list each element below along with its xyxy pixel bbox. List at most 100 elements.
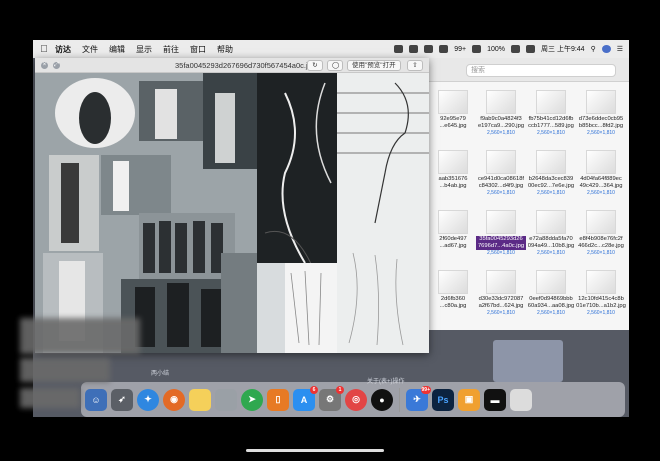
file-name-sub: ...b4ab.jpg <box>439 183 467 189</box>
file-dimensions: 2,560×1,810 <box>537 190 565 196</box>
file-name: 92e95e79 <box>440 116 466 122</box>
file-item[interactable]: 12c10fd415c4c8b 01e710b...a1b2.jpg 2,560×1… <box>576 268 626 324</box>
file-dimensions: 2,560×1,810 <box>487 130 515 136</box>
file-name-sub: ccb1777...589.jpg <box>528 123 574 129</box>
tray-icon[interactable] <box>409 45 419 53</box>
file-name-sub: 094a49...10b8.jpg <box>527 243 575 249</box>
photoshop-icon[interactable]: Ps <box>432 388 454 411</box>
menu-help[interactable]: 帮助 <box>217 44 233 55</box>
file-name-sub: 49c429...364.jpg <box>579 183 623 189</box>
file-thumbnail <box>586 90 616 114</box>
file-item[interactable]: fb75b41cd12d6fb ccb1777...589.jpg 2,560×1,… <box>526 88 576 144</box>
file-item[interactable]: 4d04fa64f889ec 49c429...364.jpg 2,560×1,81… <box>576 148 626 204</box>
menu-file[interactable]: 文件 <box>82 44 98 55</box>
app-icon[interactable] <box>215 388 237 411</box>
file-thumbnail <box>586 150 616 174</box>
file-item[interactable]: 35fa0045293d26 7696d7...4a0c.jpg 2,560×1,8… <box>476 208 526 264</box>
search-icon[interactable]: ⚲ <box>591 45 596 53</box>
books-icon[interactable]: ▯ <box>267 388 289 411</box>
system-preferences-icon[interactable]: ⚙ 1 <box>319 385 344 411</box>
menu-window[interactable]: 窗口 <box>190 44 206 55</box>
tray-icon[interactable] <box>424 45 434 53</box>
file-dimensions: 2,560×1,810 <box>587 310 615 316</box>
file-item[interactable]: e72a88dda5fa70 094a49...10b8.jpg 2,560×1,8… <box>526 208 576 264</box>
file-item[interactable]: f9ab9c0a4824f3 e197ca9...290.jpg 2,560×1,8… <box>476 88 526 144</box>
file-name-sub: 01e710b...a1b2.jpg <box>576 303 626 309</box>
search-input[interactable]: 搜索 <box>466 64 616 77</box>
file-name-sub: 7696d7...4a0c.jpg <box>476 243 526 250</box>
menu-go[interactable]: 前往 <box>163 44 179 55</box>
file-item[interactable]: 2f60de497 ...ad67.jpg <box>428 208 478 264</box>
close-icon[interactable]: × <box>41 62 48 69</box>
trash-icon[interactable] <box>510 388 532 411</box>
file-name-sub: 60a934...aa08.jpg <box>527 303 575 309</box>
finder-toolbar: 搜索 <box>426 58 629 82</box>
menu-bar:  访达 文件 编辑 显示 前往 窗口 帮助 99+ 100% 周三 上午9:4… <box>33 40 629 58</box>
bg-label: 两小结 <box>151 371 170 377</box>
file-thumbnail <box>486 270 516 294</box>
file-item[interactable]: b2648da3cec839 00ec92...7e6e.jpg 2,560×1,8… <box>526 148 576 204</box>
file-thumbnail <box>438 270 468 294</box>
file-thumbnail <box>536 90 566 114</box>
desktop-screen:  访达 文件 编辑 显示 前往 窗口 帮助 99+ 100% 周三 上午9:4… <box>33 40 629 417</box>
quicklook-titlebar: × ⤢ 35fa0045293d267696d730f567454a0c.jpg… <box>35 58 429 73</box>
app-icon[interactable]: ▣ <box>458 388 480 411</box>
safari-icon[interactable]: ✦ <box>137 388 159 411</box>
telegram-icon[interactable]: ➤ <box>241 388 263 411</box>
menu-app-name[interactable]: 访达 <box>55 44 71 55</box>
open-with-preview-button[interactable]: 使用"预览"打开 <box>347 60 401 71</box>
file-item[interactable]: ce941d0ca08618f c84302...d4f9.jpg 2,560×1,… <box>476 148 526 204</box>
tray-icon[interactable] <box>394 45 404 53</box>
finder-app-icon[interactable]: ☺ <box>85 388 107 411</box>
app-store-icon[interactable]: A6 <box>293 385 318 411</box>
wifi-icon[interactable] <box>472 45 482 53</box>
file-thumbnail <box>486 90 516 114</box>
file-thumbnail <box>486 210 516 234</box>
file-thumbnail <box>486 150 516 174</box>
tray-icon[interactable] <box>439 45 449 53</box>
battery-icon[interactable] <box>511 45 520 53</box>
menu-view[interactable]: 显示 <box>136 44 152 55</box>
firefox-icon[interactable]: ◉ <box>163 388 185 411</box>
file-name: 0eef0d94869bbb <box>529 296 573 302</box>
file-item[interactable]: 0eef0d94869bbb 60a934...aa08.jpg 2,560×1,8… <box>526 268 576 324</box>
fullscreen-icon[interactable]: ⤢ <box>53 62 60 69</box>
input-source-icon[interactable] <box>526 45 535 53</box>
markup-icon[interactable]: ◯ <box>327 60 343 71</box>
file-dimensions: 2,560×1,810 <box>587 250 615 256</box>
rotate-icon[interactable]: ↻ <box>307 60 323 71</box>
file-item[interactable]: aab351676 ...b4ab.jpg <box>428 148 478 204</box>
file-name: e72a88dda5fa70 <box>529 236 573 242</box>
file-item[interactable]: e8f4b908e76fc2f 466d2c...c28e.jpg 2,560×1,… <box>576 208 626 264</box>
file-thumbnail <box>536 270 566 294</box>
file-name-sub: ...e645.jpg <box>439 123 467 129</box>
control-center-icon[interactable]: ☰ <box>617 45 623 53</box>
siri-icon[interactable] <box>601 45 611 53</box>
battery-percent[interactable]: 100% <box>487 46 505 53</box>
file-dimensions: 2,560×1,810 <box>487 250 515 256</box>
share-icon[interactable]: ⇧ <box>407 60 423 71</box>
menu-edit[interactable]: 编辑 <box>109 44 125 55</box>
apple-icon[interactable]:  <box>33 44 55 55</box>
file-name: b2648da3cec839 <box>528 176 574 182</box>
wechat-badge[interactable]: 99+ <box>454 46 466 53</box>
clock[interactable]: 周三 上午9:44 <box>541 44 585 54</box>
terminal-icon[interactable]: ▬ <box>484 388 506 411</box>
file-thumbnail <box>586 210 616 234</box>
finder-window: 搜索 f9ab9c0a4824f3 e197ca9...290.jpg 2,560×… <box>425 58 629 330</box>
notes-icon[interactable] <box>189 388 211 411</box>
blurred-region <box>20 358 110 382</box>
dock-divider <box>399 387 400 412</box>
launchpad-icon[interactable]: ➶ <box>111 388 133 411</box>
file-name-sub: c84302...d4f9.jpg <box>478 183 524 189</box>
feishu-icon[interactable]: ✈ 99+ <box>406 385 431 411</box>
file-dimensions: 2,560×1,810 <box>487 190 515 196</box>
file-item[interactable]: d30e33dc972087 a2f67bd...624.jpg 2,560×1,8… <box>476 268 526 324</box>
file-item[interactable]: 92e95e79 ...e645.jpg <box>428 88 478 144</box>
home-indicator <box>246 449 384 452</box>
blurred-region <box>20 318 140 354</box>
file-item[interactable]: d73e6ddec0cb95 b85bcc...8fd2.jpg 2,560×1,8… <box>576 88 626 144</box>
qq-icon[interactable]: ● <box>371 388 393 411</box>
file-item[interactable]: 2d6fb360 ...c80a.jpg <box>428 268 478 324</box>
netease-music-icon[interactable]: ◎ <box>345 388 367 411</box>
